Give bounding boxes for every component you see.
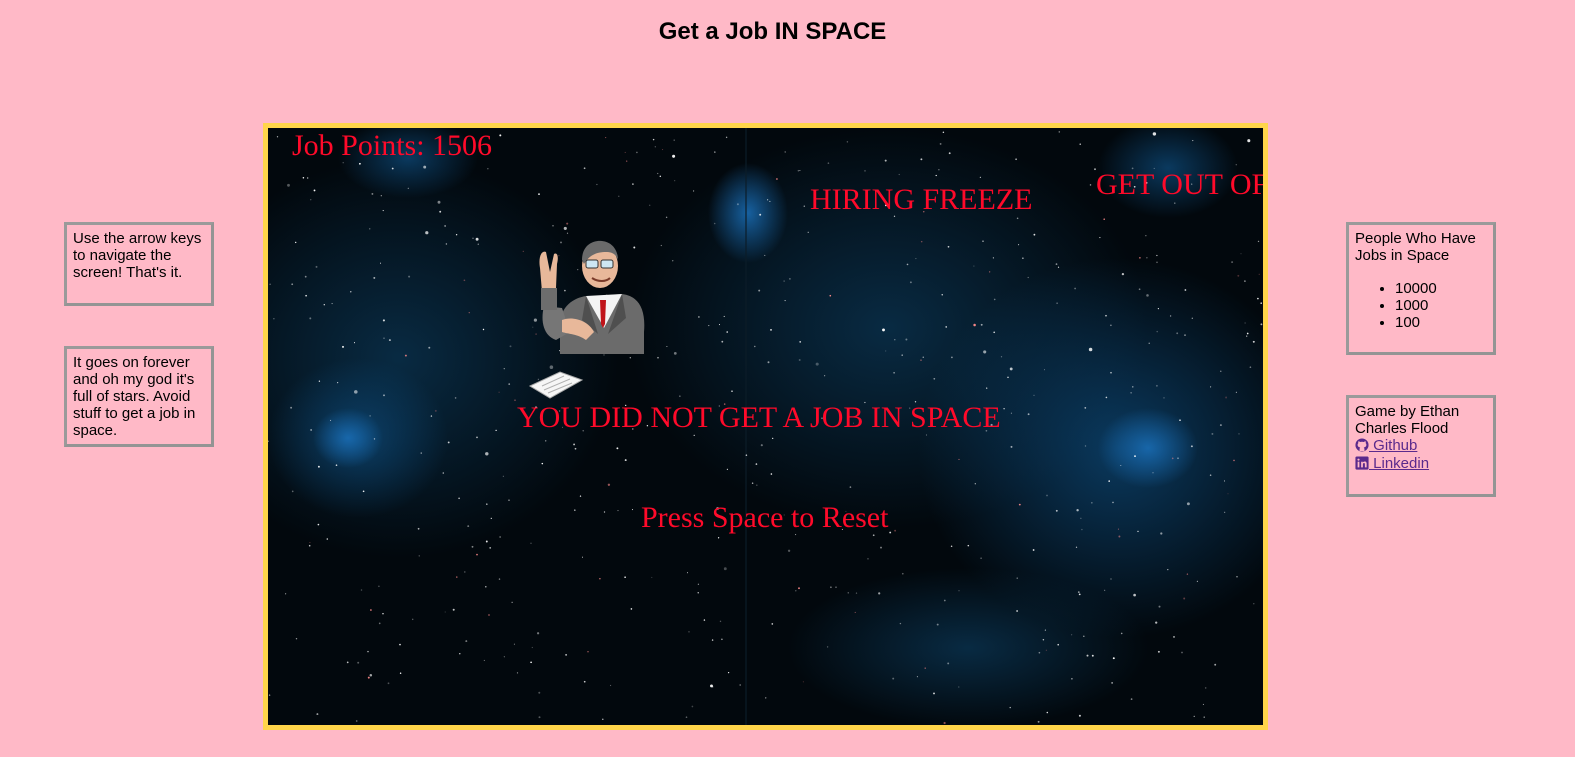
github-link[interactable]: Github xyxy=(1355,437,1487,455)
obstacle-text: HIRING FREEZE xyxy=(810,183,1033,216)
obstacle-text: GET OUT OF xyxy=(1096,168,1268,201)
instructions-box: Use the arrow keys to navigate the scree… xyxy=(64,222,214,306)
reset-instruction: Press Space to Reset xyxy=(641,501,889,534)
github-link-label: Github xyxy=(1369,437,1418,454)
description-box: It goes on forever and oh my god it's fu… xyxy=(64,346,214,447)
score-display: Job Points: 1506 xyxy=(292,129,493,162)
leaderboard-item: 1000 xyxy=(1395,297,1487,314)
leaderboard-item: 10000 xyxy=(1395,280,1487,297)
game-over-message: YOU DID NOT GET A JOB IN SPACE xyxy=(517,401,1001,434)
linkedin-link[interactable]: Linkedin xyxy=(1355,455,1487,473)
linkedin-icon xyxy=(1355,456,1369,470)
leaderboard-item: 100 xyxy=(1395,314,1487,331)
linkedin-link-label: Linkedin xyxy=(1369,455,1430,472)
game-canvas[interactable]: Job Points: 1506 GET OUT OF HIRING FREEZ… xyxy=(263,123,1268,730)
description-text: It goes on forever and oh my god it's fu… xyxy=(73,354,196,439)
github-icon xyxy=(1355,438,1369,452)
credits-box: Game by Ethan Charles Flood Github Linke… xyxy=(1346,395,1496,497)
player-sprite xyxy=(528,240,645,399)
instructions-text: Use the arrow keys to navigate the scree… xyxy=(73,230,202,281)
leaderboard-title: People Who Have Jobs in Space xyxy=(1355,230,1476,264)
credits-text: Game by Ethan Charles Flood xyxy=(1355,403,1460,437)
leaderboard-list: 10000 1000 100 xyxy=(1355,280,1487,331)
page-title: Get a Job IN SPACE xyxy=(658,18,887,45)
leaderboard-box: People Who Have Jobs in Space 10000 1000… xyxy=(1346,222,1496,355)
